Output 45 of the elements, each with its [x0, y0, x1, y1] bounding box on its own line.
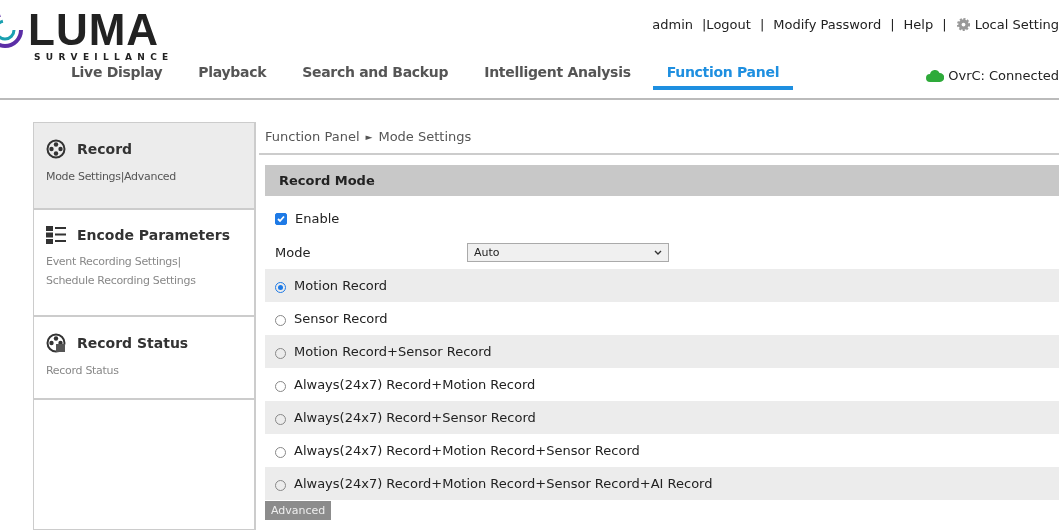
film-reel-icon: [46, 333, 66, 353]
radio-label: Motion Record: [294, 278, 388, 293]
radio-label: Always(24x7) Record+Motion Record+Sensor Record+AI Record: [294, 476, 713, 491]
ovrc-label: OvrC:: [948, 68, 985, 83]
ovrc-status: Connected: [989, 68, 1059, 83]
checkbox[interactable]: [275, 212, 287, 225]
sidebar-sublink[interactable]: Schedule Recording Settings: [46, 271, 242, 290]
sidebar-item-title: Encode Parameters: [77, 227, 231, 243]
sidebar-item-title: Record: [77, 141, 133, 157]
separator: |: [759, 17, 765, 32]
nav-tab[interactable]: Search and Backup: [288, 64, 463, 90]
breadcrumb-separator: ►: [365, 131, 373, 142]
local-settings-link[interactable]: Local Setting: [955, 17, 1059, 32]
nav-tab[interactable]: Playback: [184, 64, 281, 90]
list-icon: [46, 226, 66, 244]
field-label: Mode: [275, 244, 312, 260]
gear-icon: [955, 17, 971, 32]
header-link[interactable]: Modify Password: [773, 17, 882, 32]
logo-tagline: SURVEILLANCE: [34, 52, 174, 62]
header-link[interactable]: Help: [903, 17, 934, 32]
radio-label: Always(24x7) Record+Motion Record+Sensor Record: [294, 443, 640, 458]
breadcrumb-item: Function Panel: [265, 129, 360, 144]
radio-label: Motion Record+Sensor Record: [294, 344, 492, 359]
radio-label: Always(24x7) Record+Motion Record: [294, 377, 536, 392]
breadcrumb-item: Mode Settings: [378, 129, 472, 144]
checkbox-label: Enable: [295, 211, 340, 226]
sidebar-sublink[interactable]: Mode Settings|Advanced: [46, 167, 242, 186]
film-reel-icon: [46, 139, 66, 159]
logo-wordmark: LUMA: [28, 8, 160, 52]
section-header: Record Mode: [265, 165, 1059, 196]
separator: |: [942, 17, 947, 32]
radio-label: Always(24x7) Record+Sensor Record: [294, 410, 536, 425]
header-link[interactable]: |Logout: [702, 17, 751, 32]
radio-label: Sensor Record: [294, 311, 388, 326]
nav-tab[interactable]: Live Display: [57, 64, 177, 90]
cloud-icon: [926, 69, 945, 82]
sidebar-item-title: Record Status: [77, 335, 189, 351]
chevron-down-icon: [654, 249, 662, 255]
separator: |: [890, 17, 895, 32]
sidebar-sublink[interactable]: Record Status: [46, 361, 242, 380]
nav-tab[interactable]: Intelligent Analysis: [470, 64, 645, 90]
username: admin: [652, 17, 693, 32]
sidebar-item[interactable]: Record Mode Settings|Advanced: [34, 123, 254, 210]
mode-dropdown[interactable]: Auto: [467, 242, 669, 262]
sidebar-sublink[interactable]: Event Recording Settings|: [46, 252, 242, 271]
